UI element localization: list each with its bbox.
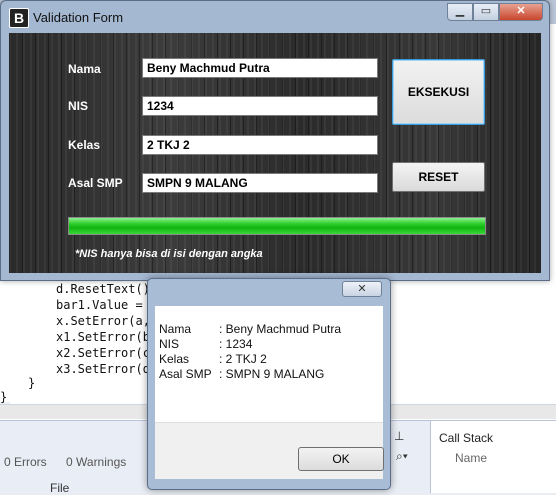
message-line: Nama : Beny Machmud Putra [159, 322, 341, 337]
errors-count[interactable]: 0 Errors [4, 455, 47, 469]
message-key: Kelas [159, 352, 190, 366]
pin-icon[interactable]: ⊥ [394, 429, 404, 443]
message-value: : Beny Machmud Putra [219, 322, 342, 336]
message-text: Nama : Beny Machmud Putra NIS : 1234 Kel… [159, 322, 341, 382]
ok-button[interactable]: OK [298, 447, 384, 471]
nama-field[interactable]: Beny Machmud Putra [142, 58, 378, 78]
message-key: Asal SMP [159, 367, 212, 381]
message-box: ✕ Nama : Beny Machmud Putra NIS : 1234 K… [147, 278, 391, 490]
maximize-button[interactable]: ▭ [473, 3, 499, 21]
message-footer: OK [155, 422, 384, 479]
code-line: x.SetError(a, [56, 314, 150, 328]
validation-form-window: B Validation Form ▁ ▭ ✕ Nama Beny Machmu… [0, 0, 550, 281]
progress-fill [69, 218, 485, 234]
nis-field[interactable]: 1234 [142, 96, 378, 116]
code-line: x2.SetError(c [56, 346, 150, 360]
message-value: : 1234 [219, 337, 253, 351]
title-bar[interactable]: B Validation Form ▁ ▭ ✕ [1, 1, 549, 33]
window-controls: ▁ ▭ ✕ [447, 3, 543, 21]
kelas-label: Kelas [68, 138, 101, 152]
message-line: NIS : 1234 [159, 337, 341, 352]
nis-validation-note: *NIS hanya bisa di isi dengan angka [75, 248, 263, 260]
code-brace: } [28, 376, 36, 390]
message-line: Asal SMP : SMPN 9 MALANG [159, 367, 341, 382]
asal-smp-field[interactable]: SMPN 9 MALANG [142, 173, 378, 193]
code-brace: } [0, 390, 8, 404]
close-button[interactable]: ✕ [499, 3, 543, 21]
message-value: : 2 TKJ 2 [219, 352, 267, 366]
file-column-header[interactable]: File [50, 481, 69, 495]
call-stack-title: Call Stack [439, 431, 494, 445]
kelas-field[interactable]: 2 TKJ 2 [142, 135, 378, 155]
warnings-count[interactable]: 0 Warnings [66, 455, 126, 469]
execute-button[interactable]: EKSEKUSI [392, 59, 485, 125]
code-line: d.ResetText() [56, 282, 150, 296]
dialog-close-button[interactable]: ✕ [342, 281, 382, 297]
message-key: Nama [159, 322, 192, 336]
progress-bar [68, 217, 486, 235]
code-line: bar1.Value = [56, 298, 143, 312]
message-line: Kelas : 2 TKJ 2 [159, 352, 341, 367]
minimize-button[interactable]: ▁ [447, 3, 473, 21]
call-stack-name-header[interactable]: Name [455, 451, 487, 465]
message-value: : SMPN 9 MALANG [219, 367, 325, 381]
nama-label: Nama [68, 62, 101, 76]
nis-label: NIS [68, 99, 89, 113]
reset-button[interactable]: RESET [392, 162, 485, 192]
call-stack-panel: Call Stack Name [430, 421, 556, 493]
message-key: NIS [159, 337, 180, 351]
asal-smp-label: Asal SMP [68, 176, 123, 190]
search-icon[interactable]: ⌕▾ [396, 449, 428, 469]
window-title: Validation Form [33, 10, 124, 25]
code-line: x3.SetError(d [56, 362, 150, 376]
app-icon: B [9, 8, 29, 28]
code-line: x1.SetError(b [56, 330, 150, 344]
form-client-area: Nama Beny Machmud Putra NIS 1234 Kelas 2… [9, 33, 541, 273]
